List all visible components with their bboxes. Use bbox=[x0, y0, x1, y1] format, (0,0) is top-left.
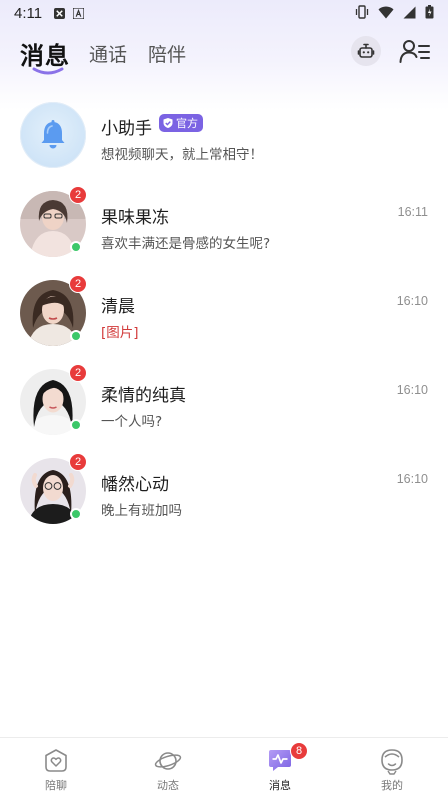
shield-check-icon bbox=[163, 118, 173, 128]
official-badge: 官方 bbox=[159, 114, 203, 132]
conversation-time: 16:10 bbox=[396, 294, 428, 308]
conversation-preview: 一个人吗? bbox=[101, 414, 163, 430]
notification-a-icon bbox=[73, 7, 85, 19]
online-indicator bbox=[70, 330, 82, 342]
planet-icon bbox=[154, 752, 182, 770]
unread-badge: 2 bbox=[69, 275, 87, 293]
unread-badge: 2 bbox=[69, 186, 87, 204]
tab-companion[interactable]: 陪伴 bbox=[148, 40, 186, 67]
contacts-list-icon[interactable] bbox=[399, 38, 431, 66]
conversation-name: 果味果冻 bbox=[101, 208, 169, 228]
conversation-row-assistant[interactable]: 小助手 官方 想视频聊天，就上常相守！ bbox=[0, 96, 448, 184]
nav-label: 我的 bbox=[381, 779, 403, 792]
official-badge-label: 官方 bbox=[176, 117, 198, 130]
active-tab-indicator bbox=[32, 67, 64, 75]
signal-icon bbox=[403, 6, 416, 18]
status-time: 4:11 bbox=[14, 4, 43, 22]
robot-icon bbox=[357, 43, 375, 58]
wifi-icon bbox=[378, 6, 394, 18]
bell-icon bbox=[41, 120, 65, 149]
conversation-name: 清晨 bbox=[101, 297, 135, 317]
unread-badge: 2 bbox=[69, 364, 87, 382]
battery-icon bbox=[425, 5, 434, 19]
conversation-preview: [图片] bbox=[101, 325, 139, 341]
bottom-navigation: 陪聊 动态 8 消息 我的 bbox=[0, 737, 448, 798]
tab-calls[interactable]: 通话 bbox=[89, 40, 127, 67]
nav-label: 消息 bbox=[269, 779, 291, 792]
vibrate-icon bbox=[355, 5, 369, 19]
conversation-preview: 喜欢丰满还是骨感的女生呢? bbox=[101, 236, 271, 252]
conversation-name: 小助手 bbox=[101, 119, 152, 139]
online-indicator bbox=[70, 508, 82, 520]
online-indicator bbox=[70, 241, 82, 253]
nav-label: 陪聊 bbox=[45, 779, 67, 792]
conversation-row[interactable]: 2 果味果冻 16:11 喜欢丰满还是骨感的女生呢? bbox=[0, 185, 448, 273]
unread-badge: 2 bbox=[69, 453, 87, 471]
conversation-time: 16:10 bbox=[396, 472, 428, 486]
conversation-row[interactable]: 2 柔情的纯真 16:10 一个人吗? bbox=[0, 363, 448, 451]
conversation-time: 16:10 bbox=[396, 383, 428, 397]
nav-item-moments[interactable]: 动态 bbox=[112, 738, 224, 798]
avatar bbox=[20, 102, 86, 168]
tab-messages[interactable]: 消息 bbox=[20, 36, 70, 71]
notification-x-icon bbox=[54, 7, 66, 19]
profile-face-icon bbox=[381, 749, 403, 775]
nav-item-profile[interactable]: 我的 bbox=[336, 738, 448, 798]
conversation-preview: 想视频聊天，就上常相守！ bbox=[101, 147, 263, 163]
nav-item-messages[interactable]: 8 消息 bbox=[224, 738, 336, 798]
conversation-time: 16:11 bbox=[397, 205, 428, 219]
status-bar: 4:11 bbox=[0, 0, 448, 26]
nav-label: 动态 bbox=[157, 779, 179, 792]
conversation-row[interactable]: 2 清晨 16:10 [图片] bbox=[0, 274, 448, 362]
online-indicator bbox=[70, 419, 82, 431]
nav-item-chat[interactable]: 陪聊 bbox=[0, 738, 112, 798]
nav-unread-badge: 8 bbox=[290, 742, 308, 760]
conversation-row[interactable]: 2 幡然心动 16:10 晚上有班加吗 bbox=[0, 452, 448, 540]
conversation-name: 幡然心动 bbox=[101, 475, 169, 495]
conversation-preview: 晚上有班加吗 bbox=[101, 503, 182, 519]
top-tab-bar: 消息 通话 陪伴 bbox=[0, 30, 448, 78]
conversation-name: 柔情的纯真 bbox=[101, 386, 186, 406]
heart-chat-icon bbox=[45, 749, 67, 772]
robot-button[interactable] bbox=[351, 36, 381, 66]
